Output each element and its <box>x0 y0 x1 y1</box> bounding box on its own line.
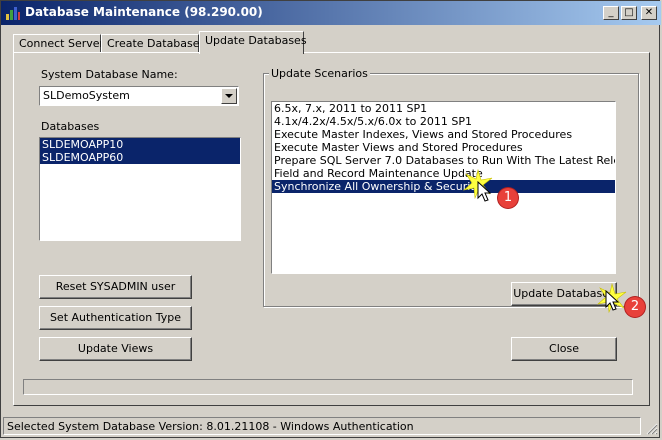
scenario-item[interactable]: Execute Master Views and Stored Procedur… <box>272 141 615 154</box>
mouse-pointer-icon <box>477 181 492 202</box>
set-authentication-button[interactable]: Set Authentication Type <box>39 306 192 330</box>
chevron-down-icon <box>225 94 233 98</box>
scenario-item[interactable]: 6.5x, 7.x, 2011 to 2011 SP1 <box>272 102 615 115</box>
status-bar: Selected System Database Version: 8.01.2… <box>3 417 641 435</box>
system-db-label: System Database Name: <box>41 68 178 81</box>
reset-sysadmin-button[interactable]: Reset SYSADMIN user <box>39 275 192 299</box>
scenario-item[interactable]: Field and Record Maintenance Update <box>272 167 615 180</box>
system-db-value: SLDemoSystem <box>43 89 130 102</box>
dropdown-button[interactable] <box>221 88 237 104</box>
tab-connect-server[interactable]: Connect Server <box>13 34 104 53</box>
database-item[interactable]: SLDEMOAPP60 <box>40 151 240 164</box>
minimize-button[interactable]: _ <box>603 6 619 20</box>
close-window-button[interactable]: ✕ <box>641 6 657 20</box>
database-maintenance-window: Database Maintenance (98.290.00) _ □ ✕ C… <box>0 0 661 438</box>
scenario-item[interactable]: Prepare SQL Server 7.0 Databases to Run … <box>272 154 615 167</box>
tab-create-databases[interactable]: Create Databases <box>101 34 205 53</box>
maximize-button[interactable]: □ <box>621 6 637 20</box>
system-db-select[interactable]: SLDemoSystem <box>39 86 239 106</box>
scenario-item[interactable]: 4.1x/4.2x/4.5x/5.x/6.0x to 2011 SP1 <box>272 115 615 128</box>
databases-label: Databases <box>41 120 100 133</box>
scenario-item-selected[interactable]: Synchronize All Ownership & Security <box>272 180 615 193</box>
scenario-item[interactable]: Execute Master Indexes, Views and Stored… <box>272 128 615 141</box>
window-title: Database Maintenance (98.290.00) <box>25 5 263 19</box>
tab-update-databases[interactable]: Update Databases <box>199 31 307 54</box>
title-bar[interactable]: Database Maintenance (98.290.00) _ □ ✕ <box>1 1 661 25</box>
callout-badge-1: 1 <box>498 188 518 208</box>
database-item[interactable]: SLDEMOAPP10 <box>40 138 240 151</box>
update-views-button[interactable]: Update Views <box>39 337 192 361</box>
app-icon <box>6 7 20 20</box>
scenarios-list[interactable]: 6.5x, 7.x, 2011 to 2011 SP1 4.1x/4.2x/4.… <box>271 101 616 274</box>
callout-badge-2: 2 <box>625 297 645 317</box>
close-button[interactable]: Close <box>511 337 617 361</box>
resize-grip-icon[interactable] <box>646 423 658 435</box>
databases-list[interactable]: SLDEMOAPP10 SLDEMOAPP60 <box>39 137 241 241</box>
progress-bar <box>23 379 633 395</box>
mouse-pointer-icon <box>605 290 620 311</box>
update-scenarios-label: Update Scenarios <box>269 67 370 80</box>
status-text: Selected System Database Version: 8.01.2… <box>7 420 414 433</box>
